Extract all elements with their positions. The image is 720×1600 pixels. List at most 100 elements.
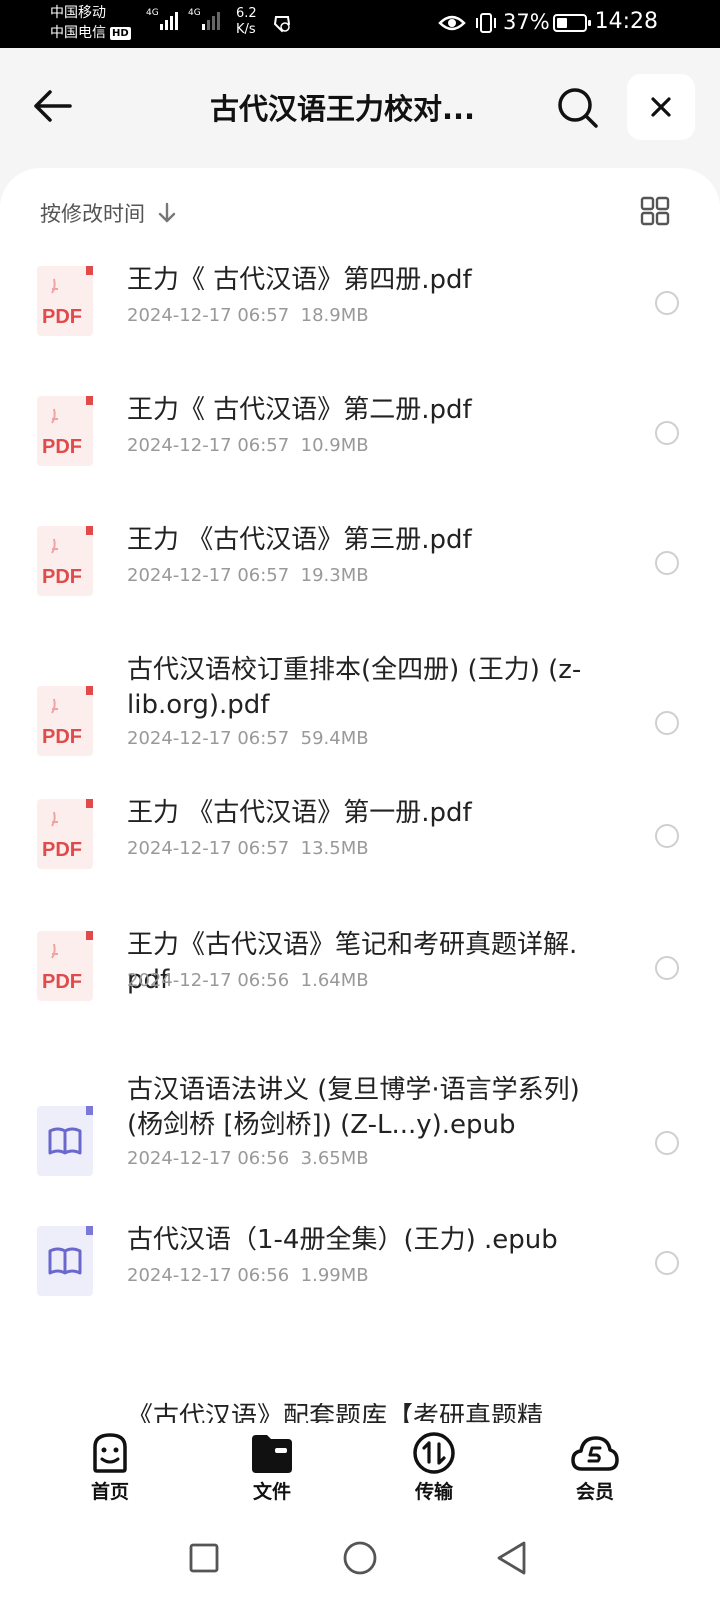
file-name: 王力 《古代汉语》第三册.pdf bbox=[127, 525, 472, 555]
select-radio[interactable] bbox=[655, 956, 679, 980]
signal-icons: 4G 4G bbox=[146, 8, 220, 30]
nav-home[interactable]: 首页 bbox=[65, 1431, 155, 1504]
smiley-home-icon bbox=[93, 1433, 127, 1473]
speed-unit: K/s bbox=[236, 22, 256, 37]
pdf-type-label: PDF bbox=[42, 566, 82, 588]
network-speed: 6.2 K/s bbox=[236, 6, 257, 38]
file-name: 王力《 古代汉语》第二册.pdf bbox=[127, 395, 472, 425]
nav-transfer[interactable]: 传输 bbox=[389, 1431, 479, 1504]
file-date: 2024-12-17 06:57 bbox=[127, 435, 290, 456]
select-radio[interactable] bbox=[655, 421, 679, 445]
signal-bars-2-icon bbox=[202, 12, 220, 30]
file-row[interactable]: PDF 王力《古代汉语》笔记和考研真题详解.pdf 2024-12-17 06:56… bbox=[0, 928, 720, 1048]
system-navigation-bar bbox=[0, 1518, 720, 1600]
recent-apps-icon[interactable] bbox=[188, 1542, 220, 1574]
file-meta: 2024-12-17 06:57 10.9MB bbox=[127, 435, 369, 456]
eye-icon bbox=[438, 15, 466, 31]
file-size: 59.4MB bbox=[300, 728, 369, 749]
file-size: 13.5MB bbox=[300, 838, 369, 859]
file-meta: 2024-12-17 06:56 3.65MB bbox=[127, 1148, 369, 1169]
select-radio[interactable] bbox=[655, 551, 679, 575]
pdf-type-label: PDF bbox=[42, 436, 82, 458]
nav-home-label: 首页 bbox=[90, 1481, 129, 1503]
folder-icon bbox=[252, 1435, 292, 1473]
battery-fill bbox=[557, 18, 567, 28]
nav-files-label: 文件 bbox=[252, 1481, 291, 1503]
pdf-type-label: PDF bbox=[42, 839, 82, 861]
file-size: 19.3MB bbox=[300, 565, 369, 586]
file-meta: 2024-12-17 06:57 18.9MB bbox=[127, 305, 369, 326]
file-row[interactable]: PDF 王力《 古代汉语》第二册.pdf 2024-12-17 06:57 10.9… bbox=[0, 393, 720, 513]
file-meta: 2024-12-17 06:56 1.99MB bbox=[127, 1265, 369, 1286]
file-row[interactable]: 古汉语语法讲义 (复旦博学·语言学系列) (杨剑桥 [杨剑桥]) (Z-L...… bbox=[0, 1073, 720, 1193]
close-icon bbox=[651, 97, 671, 117]
select-radio[interactable] bbox=[655, 1251, 679, 1275]
select-radio[interactable] bbox=[655, 1131, 679, 1155]
pdf-file-icon: PDF bbox=[37, 526, 93, 596]
file-list-card: 按修改时间 PDF 王力《 古代汉语》第四册.pdf 2024-12-17 06:5… bbox=[0, 168, 720, 1423]
network-type-1: 4G bbox=[146, 8, 159, 18]
file-date: 2024-12-17 06:57 bbox=[127, 838, 290, 859]
cloud-vip-icon bbox=[571, 1436, 619, 1471]
close-button[interactable] bbox=[627, 74, 695, 140]
file-meta: 2024-12-17 06:57 19.3MB bbox=[127, 565, 369, 586]
file-name: 王力《 古代汉语》第四册.pdf bbox=[127, 265, 472, 295]
bottom-navigation: 首页 文件 传输 会员 bbox=[0, 1423, 720, 1518]
epub-book-icon bbox=[37, 1106, 93, 1176]
file-row[interactable]: PDF 王力《 古代汉语》第四册.pdf 2024-12-17 06:57 18.9… bbox=[0, 263, 720, 383]
sort-control[interactable]: 按修改时间 bbox=[40, 198, 177, 228]
file-date: 2024-12-17 06:57 bbox=[127, 305, 290, 326]
nav-files[interactable]: 文件 bbox=[227, 1431, 317, 1504]
file-name: 古代汉语校订重排本(全四册) (王力) (z-lib.org).pdf bbox=[127, 655, 582, 720]
grid-view-icon[interactable] bbox=[640, 196, 670, 226]
file-size: 10.9MB bbox=[300, 435, 369, 456]
search-icon[interactable] bbox=[556, 86, 600, 130]
file-meta: 2024-12-17 06:57 13.5MB bbox=[127, 838, 369, 859]
file-size: 18.9MB bbox=[300, 305, 369, 326]
header: 古代汉语王力校对... bbox=[0, 48, 720, 168]
pdf-file-icon: PDF bbox=[37, 396, 93, 466]
carrier-2: 中国电信 bbox=[50, 25, 106, 41]
carrier-1: 中国移动 bbox=[50, 5, 106, 21]
nav-transfer-label: 传输 bbox=[414, 1481, 453, 1503]
pdf-file-icon: PDF bbox=[37, 799, 93, 869]
status-bar: 中国移动 中国电信 HD 4G 4G 6.2 K/s 37% 14:28 bbox=[0, 0, 720, 48]
speed-value: 6.2 bbox=[236, 6, 257, 21]
file-row[interactable]: PDF 王力 《古代汉语》第一册.pdf 2024-12-17 06:57 13.5… bbox=[0, 796, 720, 916]
file-date: 2024-12-17 06:56 bbox=[127, 1148, 290, 1169]
file-name: 古汉语语法讲义 (复旦博学·语言学系列) (杨剑桥 [杨剑桥]) (Z-L...… bbox=[127, 1075, 580, 1140]
file-date: 2024-12-17 06:56 bbox=[127, 970, 290, 991]
file-name: 王力 《古代汉语》第一册.pdf bbox=[127, 798, 472, 828]
file-row[interactable]: PDF 王力 《古代汉语》第三册.pdf 2024-12-17 06:57 19.3… bbox=[0, 523, 720, 643]
carrier-info: 中国移动 中国电信 HD bbox=[50, 3, 131, 43]
home-circle-icon[interactable] bbox=[342, 1540, 378, 1576]
select-radio[interactable] bbox=[655, 291, 679, 315]
back-arrow-icon[interactable] bbox=[30, 86, 76, 126]
pdf-file-icon: PDF bbox=[37, 686, 93, 756]
pdf-file-icon: PDF bbox=[37, 931, 93, 1001]
transfer-icon bbox=[413, 1432, 455, 1474]
pdf-file-icon: PDF bbox=[37, 266, 93, 336]
file-row[interactable]: PDF 古代汉语校订重排本(全四册) (王力) (z-lib.org).pdf 20… bbox=[0, 653, 720, 773]
vibrate-icon bbox=[476, 13, 496, 33]
pdf-type-label: PDF bbox=[42, 306, 82, 328]
pdf-type-label: PDF bbox=[42, 726, 82, 748]
data-saver-icon bbox=[273, 16, 291, 33]
nav-vip[interactable]: 会员 bbox=[550, 1431, 640, 1504]
select-radio[interactable] bbox=[655, 711, 679, 735]
battery-icon bbox=[553, 14, 591, 32]
hd-badge: HD bbox=[110, 26, 131, 40]
file-row[interactable]: 古代汉语（1-4册全集）(王力) .epub 2024-12-17 06:56 1… bbox=[0, 1223, 720, 1343]
file-name: 古代汉语（1-4册全集）(王力) .epub bbox=[127, 1225, 558, 1255]
sort-label: 按修改时间 bbox=[40, 202, 145, 226]
back-triangle-icon[interactable] bbox=[495, 1540, 529, 1576]
file-date: 2024-12-17 06:57 bbox=[127, 565, 290, 586]
file-meta: 2024-12-17 06:56 1.64MB bbox=[127, 970, 369, 991]
signal-bars-1-icon bbox=[160, 12, 178, 30]
page-title: 古代汉语王力校对... bbox=[210, 92, 476, 126]
clock: 14:28 bbox=[594, 9, 658, 34]
battery-percent: 37% bbox=[503, 10, 550, 34]
file-date: 2024-12-17 06:56 bbox=[127, 1265, 290, 1286]
select-radio[interactable] bbox=[655, 824, 679, 848]
partial-list-item[interactable]: 《古代汉语》配套题库【考研真题精 bbox=[127, 1396, 543, 1423]
